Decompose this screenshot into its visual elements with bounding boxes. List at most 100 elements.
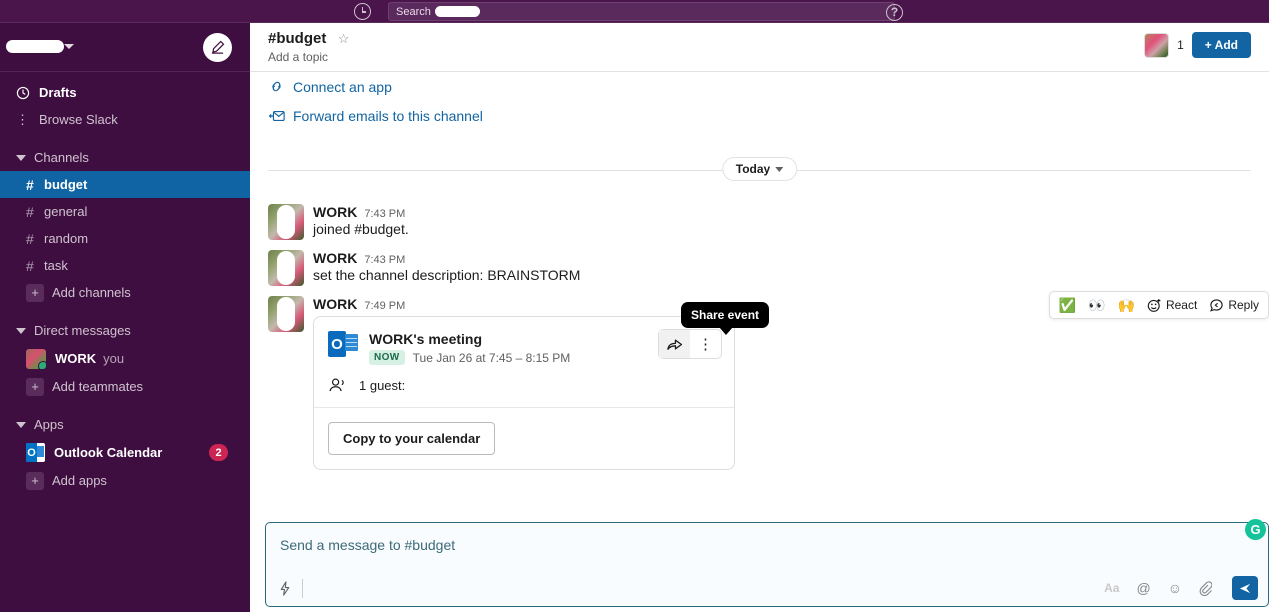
share-event-button[interactable] bbox=[659, 330, 690, 358]
help-button[interactable]: ? bbox=[886, 3, 903, 21]
formatting-icon[interactable]: Aa bbox=[1104, 581, 1119, 595]
add-apps-button[interactable]: + Add apps bbox=[0, 467, 250, 494]
date-divider: Today bbox=[250, 157, 1269, 183]
message-author[interactable]: WORK bbox=[313, 204, 357, 220]
main-content: #budget ☆ Add a topic 1 + Add Connect an… bbox=[250, 23, 1269, 612]
event-more-button[interactable]: ⋮ bbox=[690, 330, 721, 358]
star-icon[interactable]: ☆ bbox=[338, 31, 350, 47]
message-item: WORK 7:43 PM set the channel description… bbox=[250, 245, 1269, 291]
reaction-eyes-button[interactable]: 👀 bbox=[1083, 295, 1110, 315]
add-apps-label: Add apps bbox=[52, 473, 107, 488]
section-title: Direct messages bbox=[34, 323, 131, 338]
raised-hands-emoji-icon: 🙌 bbox=[1118, 298, 1135, 312]
channel-topic[interactable]: Add a topic bbox=[268, 50, 1269, 64]
sidebar-nav: Drafts ⋮ Browse Slack bbox=[0, 72, 250, 133]
calendar-event-card: O WORK's meeting NOW Tue Jan 26 at 7:45 … bbox=[313, 316, 735, 470]
sidebar-item-channel-task[interactable]: # task bbox=[0, 252, 250, 279]
search-redacted-text bbox=[435, 6, 480, 17]
share-event-tooltip: Share event bbox=[681, 302, 769, 328]
workspace-header[interactable] bbox=[0, 23, 250, 72]
avatar bbox=[26, 349, 46, 369]
message-list: Connect an app Forward emails to this ch… bbox=[250, 72, 1269, 522]
hash-icon: # bbox=[26, 258, 44, 274]
message-author[interactable]: WORK bbox=[313, 296, 357, 312]
date-divider-button[interactable]: Today bbox=[722, 157, 797, 181]
avatar[interactable] bbox=[268, 250, 304, 286]
hash-icon: # bbox=[26, 177, 44, 193]
caret-down-icon bbox=[16, 328, 26, 334]
plus-icon: + bbox=[26, 378, 44, 396]
section-header-apps[interactable]: Apps bbox=[0, 411, 250, 438]
mention-icon[interactable]: @ bbox=[1136, 580, 1150, 596]
avatar[interactable] bbox=[268, 204, 304, 240]
workspace-name-redacted bbox=[6, 40, 64, 53]
channel-label: random bbox=[44, 231, 88, 246]
page-title: #budget bbox=[268, 30, 326, 47]
caret-down-icon bbox=[16, 422, 26, 428]
event-time: Tue Jan 26 at 7:45 – 8:15 PM bbox=[413, 351, 571, 365]
avatar[interactable] bbox=[268, 296, 304, 332]
sidebar-item-browse-slack[interactable]: ⋮ Browse Slack bbox=[0, 106, 250, 133]
forward-emails-link[interactable]: Forward emails to this channel bbox=[250, 101, 1269, 130]
add-channels-button[interactable]: + Add channels bbox=[0, 279, 250, 306]
channel-label: budget bbox=[44, 177, 87, 192]
reply-icon bbox=[1209, 298, 1224, 313]
avatar[interactable] bbox=[1144, 33, 1169, 58]
message-hover-toolbar: ✅ 👀 🙌 bbox=[1049, 291, 1269, 319]
compose-icon bbox=[210, 40, 225, 55]
sidebar-item-label: Drafts bbox=[36, 85, 77, 100]
history-button[interactable] bbox=[354, 3, 371, 25]
add-teammates-button[interactable]: + Add teammates bbox=[0, 373, 250, 400]
top-bar: Search ? bbox=[0, 0, 1269, 23]
section-header-direct-messages[interactable]: Direct messages bbox=[0, 317, 250, 344]
send-button[interactable] bbox=[1232, 576, 1258, 600]
message-timestamp: 7:43 PM bbox=[364, 254, 405, 266]
reaction-check-button[interactable]: ✅ bbox=[1054, 295, 1081, 315]
reply-button[interactable]: Reply bbox=[1204, 295, 1264, 316]
section-header-channels[interactable]: Channels bbox=[0, 144, 250, 171]
add-member-button[interactable]: + Add bbox=[1192, 32, 1251, 58]
copy-to-calendar-button[interactable]: Copy to your calendar bbox=[328, 422, 495, 455]
reaction-raised-hands-button[interactable]: 🙌 bbox=[1113, 295, 1140, 315]
search-input[interactable]: Search bbox=[388, 2, 895, 21]
compose-button[interactable] bbox=[203, 33, 232, 62]
grammarly-icon[interactable]: G bbox=[1245, 519, 1266, 540]
sidebar-item-drafts[interactable]: Drafts bbox=[0, 79, 250, 106]
outlook-calendar-icon: O bbox=[328, 331, 358, 357]
attach-icon[interactable] bbox=[1199, 581, 1212, 596]
channel-header: #budget ☆ Add a topic 1 + Add bbox=[250, 23, 1269, 72]
sidebar-item-channel-budget[interactable]: # budget bbox=[0, 171, 250, 198]
app-label: Outlook Calendar bbox=[54, 445, 162, 460]
add-teammates-label: Add teammates bbox=[52, 379, 143, 394]
message-timestamp: 7:49 PM bbox=[364, 300, 405, 312]
channel-label: general bbox=[44, 204, 87, 219]
sidebar-item-channel-general[interactable]: # general bbox=[0, 198, 250, 225]
eyes-emoji-icon: 👀 bbox=[1088, 298, 1105, 312]
sidebar-item-channel-random[interactable]: # random bbox=[0, 225, 250, 252]
sidebar-item-dm-work[interactable]: WORK you bbox=[0, 344, 250, 373]
sidebar-item-label: Browse Slack bbox=[36, 112, 118, 127]
message-text: joined #budget. bbox=[313, 221, 1269, 237]
react-button[interactable]: React bbox=[1142, 295, 1202, 316]
caret-down-icon bbox=[16, 155, 26, 161]
sidebar-item-app-outlook-calendar[interactable]: O Outlook Calendar 2 bbox=[0, 438, 250, 467]
message-timestamp: 7:43 PM bbox=[364, 208, 405, 220]
chevron-down-icon bbox=[775, 167, 783, 172]
connect-an-app-link[interactable]: Connect an app bbox=[250, 72, 1269, 101]
section-title: Apps bbox=[34, 417, 64, 432]
unread-badge: 2 bbox=[209, 444, 228, 461]
guests-icon bbox=[328, 377, 347, 393]
add-reaction-icon bbox=[1147, 298, 1162, 313]
more-vertical-icon: ⋮ bbox=[698, 335, 713, 353]
sidebar: Drafts ⋮ Browse Slack Channels # budget … bbox=[0, 23, 250, 612]
message-item: WORK 7:43 PM joined #budget. bbox=[250, 199, 1269, 245]
outlook-calendar-icon: O bbox=[26, 443, 45, 462]
message-author[interactable]: WORK bbox=[313, 250, 357, 266]
message-composer[interactable]: G Send a message to #budget Aa @ ☺ bbox=[265, 522, 1269, 607]
clock-icon bbox=[354, 3, 371, 20]
hash-icon: # bbox=[26, 231, 44, 247]
forward-email-icon bbox=[269, 109, 293, 123]
emoji-icon[interactable]: ☺ bbox=[1168, 580, 1182, 596]
lightning-icon[interactable] bbox=[278, 581, 292, 596]
channel-label: task bbox=[44, 258, 68, 273]
